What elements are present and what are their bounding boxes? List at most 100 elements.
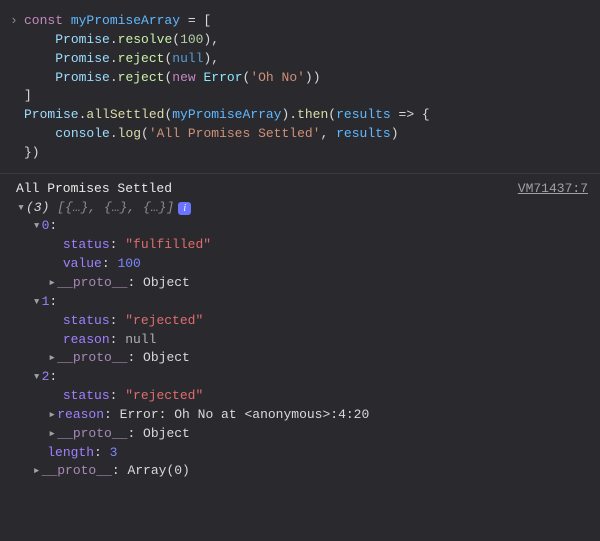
property-value: 3 bbox=[110, 444, 118, 463]
array-preview: [{…}, {…}, {…}] bbox=[57, 199, 174, 218]
code-token: null bbox=[172, 51, 203, 66]
property-row[interactable]: status: "rejected" bbox=[16, 387, 588, 406]
code-token: 'Oh No' bbox=[250, 70, 305, 85]
code-token: myPromiseArray bbox=[71, 13, 180, 28]
code-line: console.log('All Promises Settled', resu… bbox=[24, 125, 588, 144]
object-tree: (3) [{…}, {…}, {…}] i 0: status: "fulfil… bbox=[16, 199, 588, 482]
property-value: null bbox=[125, 331, 156, 350]
code-line: ] bbox=[24, 87, 588, 106]
chevron-right-icon[interactable] bbox=[47, 406, 57, 425]
proto-key: __proto__ bbox=[57, 274, 127, 293]
code-token: => { bbox=[391, 107, 430, 122]
array-index-key: 0 bbox=[42, 217, 50, 236]
property-key: length bbox=[47, 444, 94, 463]
code-token: ). bbox=[281, 107, 297, 122]
proto-value: Object bbox=[143, 349, 190, 368]
code-line: Promise.reject(null), bbox=[24, 50, 588, 69]
array-index-key: 2 bbox=[42, 368, 50, 387]
code-token: ( bbox=[141, 126, 149, 141]
property-value: Array(0) bbox=[127, 462, 189, 481]
property-key: status bbox=[63, 236, 110, 255]
property-value: "rejected" bbox=[125, 387, 203, 406]
code-token: ( bbox=[172, 32, 180, 47]
code-token: resolve bbox=[118, 32, 173, 47]
log-message-text: All Promises Settled bbox=[16, 180, 518, 199]
code-line: Promise.allSettled(myPromiseArray).then(… bbox=[24, 106, 588, 125]
code-token: allSettled bbox=[86, 107, 164, 122]
proto-row[interactable]: __proto__: Object bbox=[16, 425, 588, 444]
array-length-label: (3) bbox=[26, 199, 49, 218]
code-area[interactable]: const myPromiseArray = [ Promise.resolve… bbox=[24, 12, 588, 163]
property-key: reason bbox=[57, 406, 104, 425]
code-token: }) bbox=[24, 145, 40, 160]
code-token: results bbox=[336, 126, 391, 141]
code-token: Error bbox=[203, 70, 242, 85]
chevron-down-icon[interactable] bbox=[32, 293, 42, 312]
array-index-row[interactable]: 2: bbox=[16, 368, 588, 387]
proto-value: Object bbox=[143, 274, 190, 293]
code-token: . bbox=[110, 70, 118, 85]
code-token: Promise bbox=[55, 32, 110, 47]
property-key: status bbox=[63, 387, 110, 406]
proto-row[interactable]: __proto__: Object bbox=[16, 274, 588, 293]
code-token: ] bbox=[24, 88, 32, 103]
proto-row[interactable]: __proto__: Object bbox=[16, 349, 588, 368]
property-key: value bbox=[63, 255, 102, 274]
code-token: ( bbox=[328, 107, 336, 122]
array-index-row[interactable]: 0: bbox=[16, 217, 588, 236]
property-row[interactable]: length: 3 bbox=[16, 444, 588, 463]
code-token: myPromiseArray bbox=[172, 107, 281, 122]
code-token: new bbox=[172, 70, 203, 85]
code-token: )) bbox=[305, 70, 321, 85]
code-line: }) bbox=[24, 144, 588, 163]
code-token: console bbox=[55, 126, 110, 141]
code-token: Promise bbox=[55, 51, 110, 66]
array-summary-row[interactable]: (3) [{…}, {…}, {…}] i bbox=[16, 199, 588, 218]
array-index-key: 1 bbox=[42, 293, 50, 312]
code-line: Promise.resolve(100), bbox=[24, 31, 588, 50]
prompt-icon: › bbox=[10, 12, 18, 31]
code-token: . bbox=[110, 32, 118, 47]
code-line: Promise.reject(new Error('Oh No')) bbox=[24, 69, 588, 88]
console-input-block: › const myPromiseArray = [ Promise.resol… bbox=[0, 8, 600, 173]
code-token: log bbox=[118, 126, 141, 141]
proto-key: __proto__ bbox=[57, 425, 127, 444]
property-value: 100 bbox=[117, 255, 140, 274]
array-index-row[interactable]: 1: bbox=[16, 293, 588, 312]
chevron-right-icon[interactable] bbox=[47, 349, 57, 368]
log-header: All Promises Settled VM71437:7 bbox=[16, 180, 588, 199]
code-token: Promise bbox=[55, 70, 110, 85]
property-value: "rejected" bbox=[125, 312, 203, 331]
code-token: reject bbox=[118, 70, 165, 85]
console-log-entry: All Promises Settled VM71437:7 (3) [{…},… bbox=[0, 174, 600, 488]
chevron-right-icon[interactable] bbox=[47, 425, 57, 444]
array-items: 0: status: "fulfilled" value: 100 __prot… bbox=[16, 217, 588, 443]
property-row[interactable]: reason: null bbox=[16, 331, 588, 350]
code-token: Promise bbox=[24, 107, 79, 122]
info-icon[interactable]: i bbox=[178, 202, 191, 215]
property-row[interactable]: value: 100 bbox=[16, 255, 588, 274]
property-key: status bbox=[63, 312, 110, 331]
chevron-down-icon[interactable] bbox=[16, 199, 26, 218]
code-token: = [ bbox=[180, 13, 211, 28]
property-value: Error: Oh No at <anonymous>:4:20 bbox=[120, 406, 370, 425]
log-source-link[interactable]: VM71437:7 bbox=[518, 180, 588, 199]
property-value: "fulfilled" bbox=[125, 236, 211, 255]
property-row[interactable]: reason: Error: Oh No at <anonymous>:4:20 bbox=[16, 406, 588, 425]
chevron-right-icon[interactable] bbox=[32, 462, 42, 481]
devtools-console-panel: › const myPromiseArray = [ Promise.resol… bbox=[0, 0, 600, 495]
property-row[interactable]: __proto__: Array(0) bbox=[16, 462, 588, 481]
code-token: reject bbox=[118, 51, 165, 66]
code-token: ) bbox=[391, 126, 399, 141]
property-row[interactable]: status: "rejected" bbox=[16, 312, 588, 331]
array-tail: length: 3 __proto__: Array(0) bbox=[16, 444, 588, 482]
chevron-right-icon[interactable] bbox=[47, 274, 57, 293]
code-token: const bbox=[24, 13, 71, 28]
proto-key: __proto__ bbox=[57, 349, 127, 368]
chevron-down-icon[interactable] bbox=[32, 217, 42, 236]
code-token: 'All Promises Settled' bbox=[149, 126, 321, 141]
code-token: 100 bbox=[180, 32, 203, 47]
property-row[interactable]: status: "fulfilled" bbox=[16, 236, 588, 255]
property-key: reason bbox=[63, 331, 110, 350]
chevron-down-icon[interactable] bbox=[32, 368, 42, 387]
